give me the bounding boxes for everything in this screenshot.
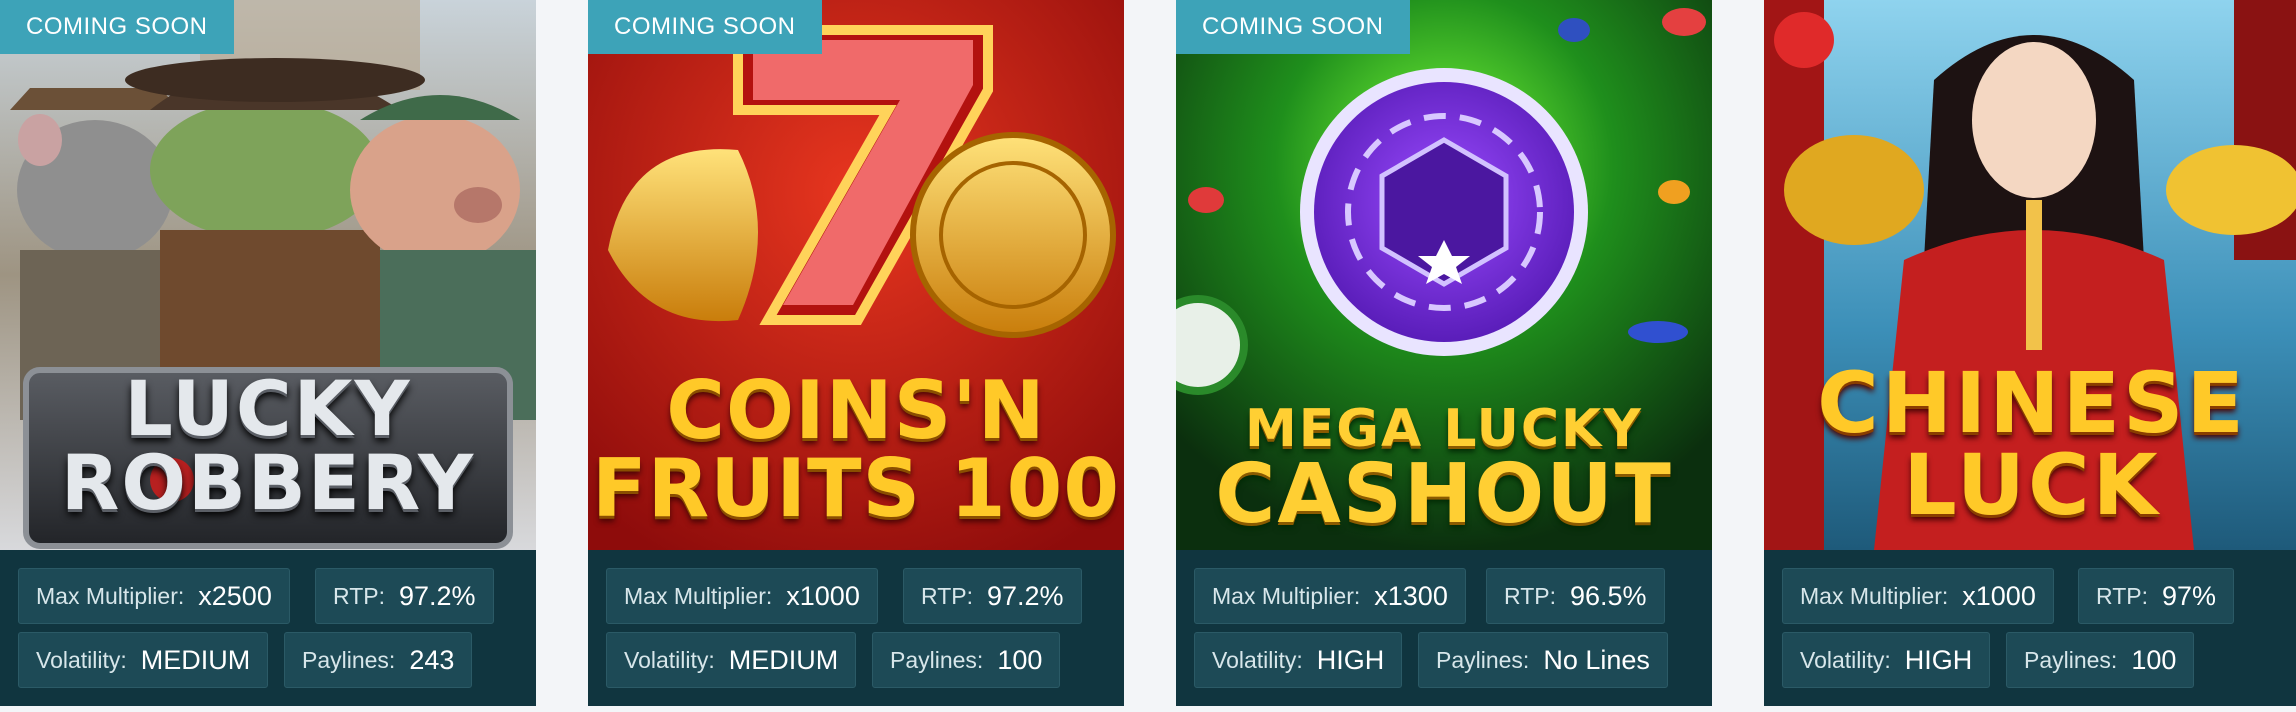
rtp-chip: RTP: 96.5% [1486, 568, 1665, 624]
volatility-chip: Volatility: MEDIUM [18, 632, 269, 688]
max-multiplier-value: x2500 [198, 580, 272, 611]
paylines-value: 100 [2131, 644, 2177, 675]
rtp-label: RTP: [1504, 582, 1556, 609]
volatility-label: Volatility: [1800, 646, 1891, 673]
paylines-label: Paylines: [2024, 646, 2118, 673]
coming-soon-badge: COMING SOON [1176, 0, 1410, 54]
paylines-chip: Paylines: 100 [872, 632, 1061, 688]
game-stats-panel: Max Multiplier: x1000 RTP: 97% Volatilit… [1764, 550, 2296, 706]
game-card-coins-n-fruits-100[interactable]: COMING SOON COINS'N FRUITS 100 Max Multi… [588, 0, 1124, 706]
volatility-label: Volatility: [36, 646, 127, 673]
game-title-line-2: LUCK [1903, 436, 2161, 535]
game-title: CHINESE LUCK [1764, 354, 2296, 535]
rtp-chip: RTP: 97.2% [315, 568, 494, 624]
paylines-value: 243 [409, 644, 455, 675]
rtp-value: 97.2% [398, 580, 476, 611]
volatility-label: Volatility: [624, 646, 715, 673]
volatility-chip: Volatility: HIGH [1194, 632, 1403, 688]
volatility-value: MEDIUM [728, 644, 839, 675]
rtp-value: 96.5% [1569, 580, 1647, 611]
volatility-chip: Volatility: MEDIUM [606, 632, 857, 688]
coming-soon-badge: COMING SOON [588, 0, 822, 54]
max-multiplier-label: Max Multiplier: [624, 582, 773, 609]
max-multiplier-label: Max Multiplier: [1212, 582, 1361, 609]
game-card-lucky-robbery[interactable]: COMING SOON LUCKY ROBBERY Max Multiplier… [0, 0, 536, 706]
paylines-chip: Paylines: 100 [2006, 632, 2195, 688]
game-title-line-2: CASHOUT [1215, 446, 1673, 542]
max-multiplier-chip: Max Multiplier: x2500 [18, 568, 290, 624]
paylines-label: Paylines: [1436, 646, 1530, 673]
max-multiplier-chip: Max Multiplier: x1000 [1782, 568, 2054, 624]
volatility-label: Volatility: [1212, 646, 1303, 673]
game-card-chinese-luck[interactable]: CHINESE LUCK Max Multiplier: x1000 RTP: … [1764, 0, 2296, 706]
max-multiplier-chip: Max Multiplier: x1300 [1194, 568, 1466, 624]
volatility-value: HIGH [1904, 644, 1973, 675]
rtp-chip: RTP: 97.2% [903, 568, 1082, 624]
rtp-chip: RTP: 97% [2078, 568, 2235, 624]
paylines-chip: Paylines: 243 [284, 632, 473, 688]
max-multiplier-value: x1000 [1962, 580, 2036, 611]
game-title-line-1: LUCKY [124, 364, 412, 453]
max-multiplier-label: Max Multiplier: [1800, 582, 1949, 609]
paylines-chip: Paylines: No Lines [1418, 632, 1668, 688]
game-title-line-1: COINS'N [666, 364, 1046, 457]
coming-soon-badge: COMING SOON [0, 0, 234, 54]
rtp-label: RTP: [2096, 582, 2148, 609]
max-multiplier-label: Max Multiplier: [36, 582, 185, 609]
game-title: LUCKY ROBBERY [0, 364, 536, 528]
game-title-line-2: FRUITS 100 [591, 442, 1120, 536]
game-card-mega-lucky-cashout[interactable]: COMING SOON MEGA LUCKY CASHOUT Max Multi… [1176, 0, 1712, 706]
paylines-value: 100 [997, 644, 1043, 675]
volatility-chip: Volatility: HIGH [1782, 632, 1991, 688]
game-title-line-1: CHINESE [1817, 354, 2247, 452]
game-stats-panel: Max Multiplier: x2500 RTP: 97.2% Volatil… [0, 550, 536, 706]
rtp-label: RTP: [333, 582, 385, 609]
game-stats-panel: Max Multiplier: x1300 RTP: 96.5% Volatil… [1176, 550, 1712, 706]
game-title: MEGA LUCKY CASHOUT [1176, 403, 1712, 542]
game-title: COINS'N FRUITS 100 [588, 364, 1124, 536]
paylines-label: Paylines: [890, 646, 984, 673]
rtp-value: 97% [2161, 580, 2217, 611]
game-stats-panel: Max Multiplier: x1000 RTP: 97.2% Volatil… [588, 550, 1124, 706]
paylines-label: Paylines: [302, 646, 396, 673]
rtp-label: RTP: [921, 582, 973, 609]
max-multiplier-chip: Max Multiplier: x1000 [606, 568, 878, 624]
game-title-line-2: ROBBERY [60, 438, 476, 528]
paylines-value: No Lines [1543, 644, 1650, 675]
max-multiplier-value: x1300 [1374, 580, 1448, 611]
volatility-value: HIGH [1316, 644, 1385, 675]
rtp-value: 97.2% [986, 580, 1064, 611]
max-multiplier-value: x1000 [786, 580, 860, 611]
volatility-value: MEDIUM [140, 644, 251, 675]
game-card-row: COMING SOON LUCKY ROBBERY Max Multiplier… [0, 0, 2296, 712]
